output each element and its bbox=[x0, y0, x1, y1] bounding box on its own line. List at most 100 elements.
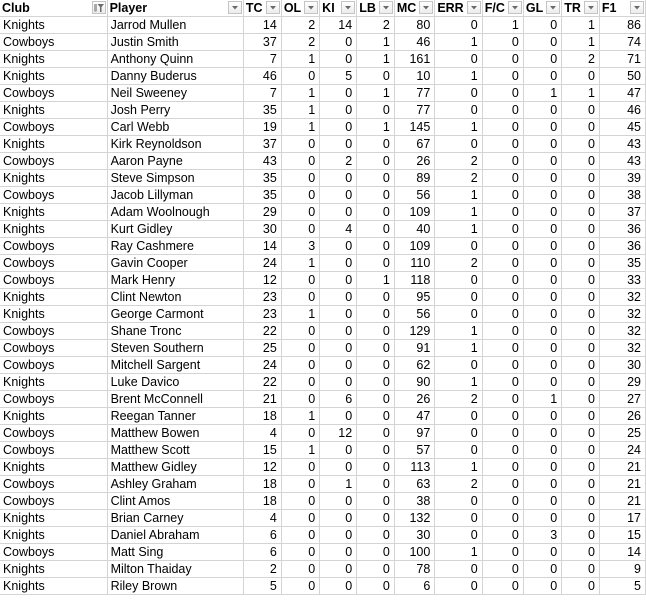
cell-player[interactable]: Danny Buderus bbox=[107, 67, 244, 85]
cell-f1[interactable]: 15 bbox=[599, 526, 646, 544]
cell-ol[interactable]: 2 bbox=[281, 33, 321, 51]
cell-tc[interactable]: 19 bbox=[243, 118, 282, 136]
column-header-mc[interactable]: MC bbox=[394, 0, 436, 17]
cell-fc[interactable]: 0 bbox=[482, 254, 524, 272]
cell-mc[interactable]: 90 bbox=[394, 373, 436, 391]
cell-gl[interactable]: 0 bbox=[523, 339, 563, 357]
cell-tc[interactable]: 7 bbox=[243, 50, 282, 68]
cell-tc[interactable]: 29 bbox=[243, 203, 282, 221]
cell-tr[interactable]: 0 bbox=[561, 441, 600, 459]
cell-err[interactable]: 2 bbox=[434, 254, 483, 272]
cell-ol[interactable]: 0 bbox=[281, 492, 321, 510]
cell-club[interactable]: Cowboys bbox=[0, 271, 108, 289]
cell-ol[interactable]: 0 bbox=[281, 577, 321, 595]
cell-f1[interactable]: 21 bbox=[599, 458, 646, 476]
cell-mc[interactable]: 89 bbox=[394, 169, 436, 187]
cell-err[interactable]: 1 bbox=[434, 458, 483, 476]
cell-mc[interactable]: 46 bbox=[394, 33, 436, 51]
cell-club[interactable]: Cowboys bbox=[0, 390, 108, 408]
cell-club[interactable]: Knights bbox=[0, 220, 108, 238]
cell-mc[interactable]: 80 bbox=[394, 16, 436, 34]
cell-tc[interactable]: 5 bbox=[243, 577, 282, 595]
cell-lb[interactable]: 0 bbox=[356, 169, 395, 187]
cell-club[interactable]: Knights bbox=[0, 509, 108, 527]
cell-ki[interactable]: 0 bbox=[319, 84, 358, 102]
cell-tr[interactable]: 0 bbox=[561, 322, 600, 340]
cell-f1[interactable]: 27 bbox=[599, 390, 646, 408]
cell-ol[interactable]: 1 bbox=[281, 50, 321, 68]
cell-club[interactable]: Cowboys bbox=[0, 492, 108, 510]
cell-gl[interactable]: 3 bbox=[523, 526, 563, 544]
cell-err[interactable]: 1 bbox=[434, 33, 483, 51]
filter-dropdown-button[interactable] bbox=[265, 1, 280, 14]
cell-mc[interactable]: 77 bbox=[394, 84, 436, 102]
cell-ol[interactable]: 1 bbox=[281, 254, 321, 272]
cell-ol[interactable]: 0 bbox=[281, 169, 321, 187]
cell-tr[interactable]: 0 bbox=[561, 237, 600, 255]
cell-fc[interactable]: 0 bbox=[482, 203, 524, 221]
cell-err[interactable]: 2 bbox=[434, 390, 483, 408]
cell-player[interactable]: Shane Tronc bbox=[107, 322, 244, 340]
cell-ki[interactable]: 0 bbox=[319, 305, 358, 323]
cell-gl[interactable]: 0 bbox=[523, 288, 563, 306]
cell-f1[interactable]: 36 bbox=[599, 237, 646, 255]
cell-fc[interactable]: 0 bbox=[482, 543, 524, 561]
filter-dropdown-button[interactable] bbox=[630, 1, 644, 14]
cell-mc[interactable]: 161 bbox=[394, 50, 436, 68]
cell-tr[interactable]: 0 bbox=[561, 458, 600, 476]
cell-tr[interactable]: 0 bbox=[561, 560, 600, 578]
cell-ki[interactable]: 0 bbox=[319, 458, 358, 476]
cell-gl[interactable]: 1 bbox=[523, 84, 563, 102]
cell-fc[interactable]: 0 bbox=[482, 186, 524, 204]
cell-club[interactable]: Knights bbox=[0, 288, 108, 306]
cell-club[interactable]: Knights bbox=[0, 67, 108, 85]
cell-mc[interactable]: 62 bbox=[394, 356, 436, 374]
cell-f1[interactable]: 32 bbox=[599, 305, 646, 323]
cell-tr[interactable]: 0 bbox=[561, 254, 600, 272]
cell-ol[interactable]: 0 bbox=[281, 288, 321, 306]
cell-lb[interactable]: 0 bbox=[356, 390, 395, 408]
cell-err[interactable]: 0 bbox=[434, 288, 483, 306]
cell-player[interactable]: Clint Newton bbox=[107, 288, 244, 306]
cell-ki[interactable]: 0 bbox=[319, 169, 358, 187]
cell-fc[interactable]: 0 bbox=[482, 526, 524, 544]
cell-f1[interactable]: 5 bbox=[599, 577, 646, 595]
cell-gl[interactable]: 0 bbox=[523, 441, 563, 459]
cell-ki[interactable]: 0 bbox=[319, 288, 358, 306]
cell-fc[interactable]: 0 bbox=[482, 390, 524, 408]
cell-err[interactable]: 1 bbox=[434, 220, 483, 238]
cell-tr[interactable]: 1 bbox=[561, 33, 600, 51]
cell-err[interactable]: 0 bbox=[434, 356, 483, 374]
cell-mc[interactable]: 67 bbox=[394, 135, 436, 153]
cell-tc[interactable]: 14 bbox=[243, 237, 282, 255]
cell-err[interactable]: 0 bbox=[434, 271, 483, 289]
cell-tr[interactable]: 0 bbox=[561, 220, 600, 238]
cell-gl[interactable]: 0 bbox=[523, 322, 563, 340]
cell-mc[interactable]: 91 bbox=[394, 339, 436, 357]
cell-fc[interactable]: 0 bbox=[482, 492, 524, 510]
cell-fc[interactable]: 1 bbox=[482, 16, 524, 34]
cell-ol[interactable]: 0 bbox=[281, 526, 321, 544]
cell-ol[interactable]: 0 bbox=[281, 67, 321, 85]
cell-f1[interactable]: 21 bbox=[599, 475, 646, 493]
cell-tr[interactable]: 0 bbox=[561, 424, 600, 442]
cell-err[interactable]: 0 bbox=[434, 407, 483, 425]
cell-tr[interactable]: 0 bbox=[561, 135, 600, 153]
cell-tr[interactable]: 0 bbox=[561, 186, 600, 204]
cell-tr[interactable]: 0 bbox=[561, 373, 600, 391]
cell-lb[interactable]: 0 bbox=[356, 577, 395, 595]
cell-lb[interactable]: 1 bbox=[356, 84, 395, 102]
cell-ki[interactable]: 1 bbox=[319, 475, 358, 493]
cell-player[interactable]: Luke Davico bbox=[107, 373, 244, 391]
cell-club[interactable]: Knights bbox=[0, 50, 108, 68]
cell-club[interactable]: Cowboys bbox=[0, 441, 108, 459]
cell-mc[interactable]: 47 bbox=[394, 407, 436, 425]
cell-player[interactable]: Anthony Quinn bbox=[107, 50, 244, 68]
cell-ol[interactable]: 0 bbox=[281, 271, 321, 289]
cell-tc[interactable]: 18 bbox=[243, 492, 282, 510]
cell-mc[interactable]: 26 bbox=[394, 152, 436, 170]
cell-club[interactable]: Knights bbox=[0, 526, 108, 544]
cell-tc[interactable]: 25 bbox=[243, 339, 282, 357]
cell-tc[interactable]: 24 bbox=[243, 254, 282, 272]
cell-player[interactable]: Matthew Scott bbox=[107, 441, 244, 459]
